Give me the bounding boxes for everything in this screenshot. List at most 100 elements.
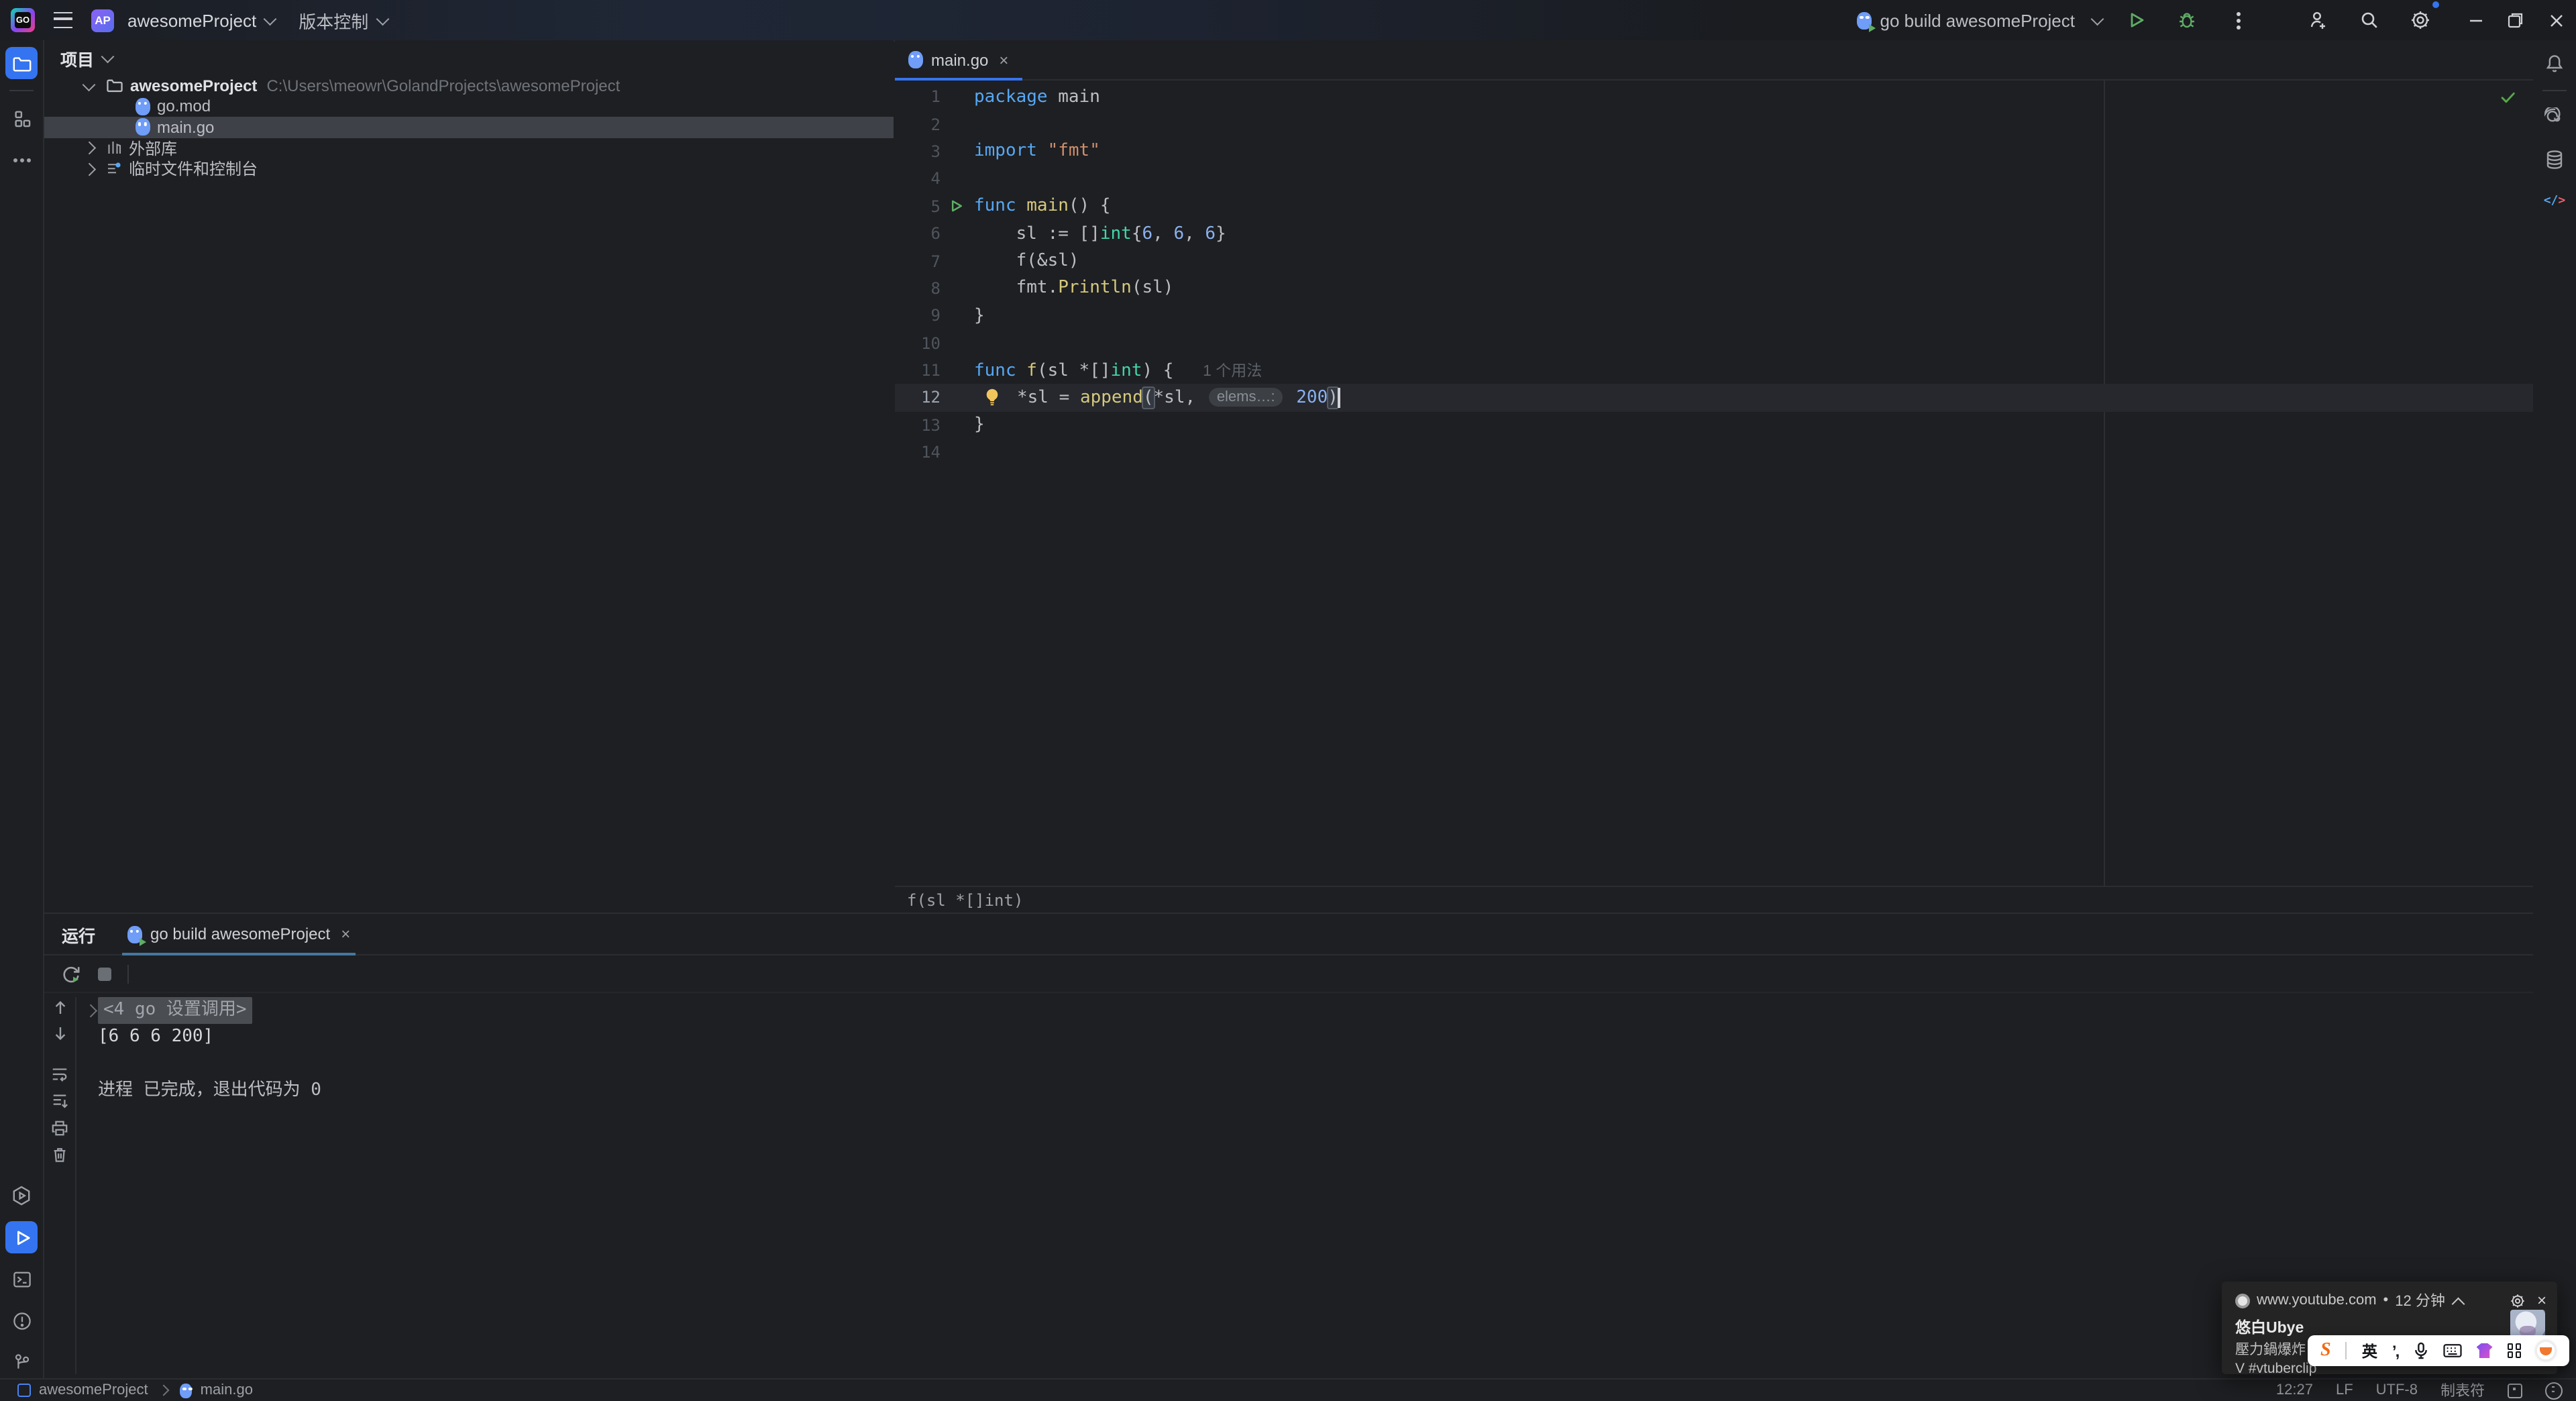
- code-line-13[interactable]: 13}: [895, 411, 2533, 439]
- run-configuration-select[interactable]: go build awesomeProject: [1857, 10, 2103, 32]
- code-line-9[interactable]: 9}: [895, 302, 2533, 329]
- terminal-tool-button[interactable]: [5, 1263, 38, 1295]
- window-minimize-button[interactable]: [2455, 0, 2496, 40]
- code-text: f(&sl): [974, 251, 1079, 272]
- scroll-to-end-button[interactable]: [51, 1092, 68, 1110]
- tool-window-widget-icon[interactable]: [17, 1384, 31, 1397]
- ime-keyboard-icon[interactable]: [2443, 1343, 2462, 1358]
- structure-tool-button[interactable]: [5, 102, 38, 134]
- project-badge[interactable]: AP: [91, 9, 114, 32]
- code-line-10[interactable]: 10: [895, 329, 2533, 357]
- status-breadcrumb-project[interactable]: awesomeProject: [39, 1382, 148, 1398]
- gutter-icon-slot[interactable]: [941, 199, 970, 214]
- problems-tool-button[interactable]: [5, 1304, 38, 1337]
- ime-emoji-icon[interactable]: [2536, 1341, 2557, 1361]
- folded-setup-calls: <4 go 设置调用>: [98, 997, 252, 1024]
- code-editor[interactable]: 1 package main 2 3 import "fmt" 4 5 func main()…: [895, 79, 2533, 887]
- toast-close-button[interactable]: ×: [2537, 1291, 2546, 1310]
- project-switcher[interactable]: awesomeProject: [127, 10, 276, 30]
- database-tool-button[interactable]: [2538, 144, 2571, 176]
- code-line-3[interactable]: 3 import "fmt": [895, 138, 2533, 166]
- code-line-5[interactable]: 5 func main() {: [895, 193, 2533, 220]
- code-line-6[interactable]: 6 sl := [] int{6, 6, 6}: [895, 220, 2533, 248]
- sogou-logo-icon[interactable]: S: [2320, 1340, 2331, 1361]
- settings-button[interactable]: [2404, 1, 2439, 36]
- up-stacktrace-button[interactable]: [52, 1000, 68, 1016]
- vcs-menu[interactable]: 版本控制: [299, 7, 388, 33]
- chevron-down-icon: [82, 77, 95, 90]
- code-with-me-button[interactable]: [2302, 4, 2334, 36]
- ime-language-toggle[interactable]: 英: [2362, 1340, 2377, 1361]
- run-tool-button[interactable]: [5, 1221, 38, 1253]
- tree-row-external-libs[interactable]: 外部库: [44, 138, 894, 158]
- more-actions-button[interactable]: [2222, 4, 2254, 36]
- code-line-1[interactable]: 1 package main: [895, 83, 2533, 111]
- indent-widget[interactable]: 制表符: [2440, 1380, 2485, 1401]
- tree-row-scratches[interactable]: 临时文件和控制台: [44, 158, 894, 179]
- run-console[interactable]: <4 go 设置调用> [6 6 6 200] 进程 已完成，退出代码为 0: [44, 992, 2533, 1380]
- tree-row-maingo[interactable]: main.go: [44, 117, 894, 138]
- stop-button[interactable]: [98, 967, 111, 980]
- code-line-12[interactable]: 12 *sl = append(*sl, elems…: 200): [895, 384, 2533, 412]
- goland-logo-icon[interactable]: GO: [11, 8, 35, 32]
- line-separator-widget[interactable]: LF: [2336, 1382, 2353, 1398]
- tree-row-gomod[interactable]: go.mod: [44, 96, 894, 117]
- debug-button[interactable]: [2171, 4, 2203, 36]
- run-button[interactable]: [2120, 4, 2152, 36]
- code-line-2[interactable]: 2: [895, 111, 2533, 138]
- background-tasks-icon[interactable]: [2545, 1382, 2563, 1399]
- inspections-ok-check-icon[interactable]: [2500, 89, 2517, 106]
- encoding-widget[interactable]: UTF-8: [2376, 1382, 2418, 1398]
- print-button[interactable]: [51, 1119, 68, 1137]
- editor-context-bar[interactable]: f(sl *[]int): [895, 886, 2533, 913]
- main-menu-icon[interactable]: [54, 12, 72, 28]
- down-stacktrace-button[interactable]: [52, 1025, 68, 1041]
- window-close-button[interactable]: [2536, 0, 2576, 40]
- status-breadcrumb-file[interactable]: main.go: [201, 1382, 253, 1398]
- editor-tab-maingo[interactable]: main.go ×: [895, 40, 1022, 81]
- readonly-toggle-icon[interactable]: [2508, 1383, 2522, 1398]
- project-panel-header[interactable]: 项目: [44, 40, 894, 75]
- code-line-14[interactable]: 14: [895, 439, 2533, 466]
- search-everywhere-button[interactable]: [2353, 4, 2385, 36]
- caret-position-widget[interactable]: 12:27: [2276, 1382, 2313, 1398]
- fold-arrow-icon[interactable]: [82, 1004, 98, 1017]
- toast-settings-button[interactable]: [2510, 1293, 2525, 1308]
- project-tool-button[interactable]: [5, 47, 38, 79]
- code-line-11[interactable]: 11 func f (sl *[] int) { 1 个用法: [895, 357, 2533, 384]
- ai-assistant-tool-button[interactable]: [2538, 102, 2571, 134]
- chevron-down-icon: [101, 49, 114, 62]
- project-tree: awesomeProject C:\Users\meowr\GolandProj…: [44, 75, 894, 179]
- documentation-code-tool-button[interactable]: </>: [2538, 185, 2571, 217]
- clear-console-button[interactable]: [51, 1146, 68, 1163]
- tab-close-icon[interactable]: ×: [341, 925, 350, 943]
- ime-toolbar[interactable]: S 英 ’,: [2308, 1335, 2569, 1366]
- notifications-bell-button[interactable]: [2538, 47, 2571, 79]
- line-number: 5: [930, 197, 941, 216]
- console-line-fold[interactable]: <4 go 设置调用>: [82, 997, 2533, 1024]
- line-number: 3: [930, 142, 941, 161]
- more-tool-windows-button[interactable]: [5, 144, 38, 176]
- tree-row-root[interactable]: awesomeProject C:\Users\meowr\GolandProj…: [44, 75, 894, 96]
- console-output[interactable]: <4 go 设置调用> [6 6 6 200] 进程 已完成，退出代码为 0: [76, 997, 2533, 1380]
- intention-bulb-icon[interactable]: [985, 388, 1000, 407]
- ime-microphone-icon[interactable]: [2413, 1342, 2428, 1359]
- code-line-8[interactable]: 8 fmt. Println (sl): [895, 274, 2533, 302]
- git-tool-button[interactable]: [5, 1346, 38, 1378]
- ime-toolbox-icon[interactable]: [2507, 1343, 2522, 1358]
- chevron-down-icon: [2090, 11, 2103, 25]
- console-toolbar: [44, 997, 76, 1374]
- go-file-icon: [136, 97, 150, 115]
- run-panel-title[interactable]: 运行: [62, 921, 95, 947]
- code-line-4[interactable]: 4: [895, 165, 2533, 193]
- run-tab-go-build[interactable]: go build awesomeProject ×: [122, 914, 356, 955]
- ime-skin-icon[interactable]: [2476, 1343, 2493, 1358]
- chevron-up-icon[interactable]: [2453, 1298, 2465, 1310]
- soft-wrap-button[interactable]: [51, 1066, 68, 1083]
- window-restore-button[interactable]: [2496, 0, 2536, 40]
- code-line-7[interactable]: 7 f(&sl): [895, 248, 2533, 275]
- rerun-button[interactable]: [60, 963, 82, 984]
- services-tool-button[interactable]: [5, 1180, 38, 1212]
- tab-close-icon[interactable]: ×: [999, 50, 1008, 69]
- ime-punctuation-toggle[interactable]: ’,: [2392, 1341, 2400, 1360]
